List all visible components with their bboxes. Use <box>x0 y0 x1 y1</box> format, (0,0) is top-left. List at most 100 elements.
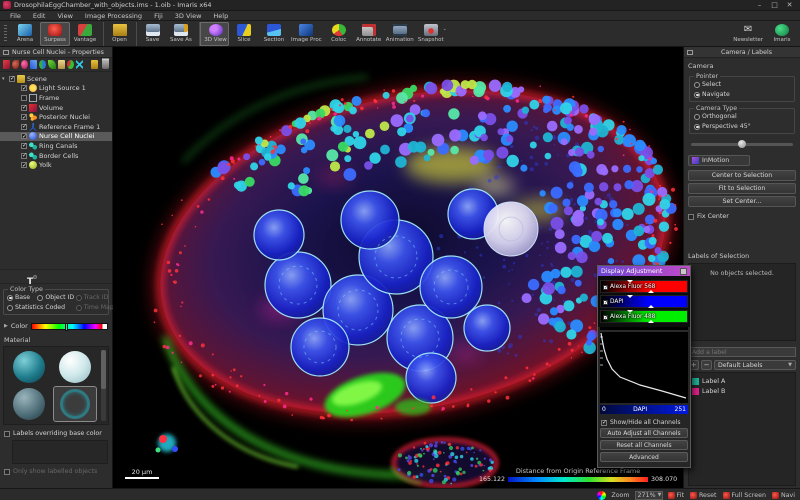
radio-button[interactable] <box>76 305 82 311</box>
radio-button[interactable] <box>694 82 700 88</box>
camera-type-option[interactable]: Orthogonal <box>694 113 790 120</box>
radio-button[interactable] <box>694 124 700 130</box>
color-type-option[interactable]: Time Mapped <box>76 304 105 311</box>
radio-button[interactable] <box>7 305 13 311</box>
collapse-arrow-icon[interactable]: ▶ <box>4 323 8 329</box>
toolbar-button[interactable]: Slice <box>229 22 259 46</box>
properties-tab[interactable] <box>19 276 21 278</box>
channel-name[interactable]: Alexa Fluor 488 <box>610 314 655 320</box>
object-tool-icon[interactable] <box>48 60 55 69</box>
show-hide-all-checkbox[interactable] <box>601 420 607 426</box>
fix-center-checkbox[interactable] <box>688 214 694 220</box>
tree-item-checkbox[interactable] <box>21 153 27 159</box>
object-tool-icon[interactable] <box>58 60 65 69</box>
label-list-item[interactable]: Label A <box>692 376 792 386</box>
tree-item[interactable]: Yolk <box>0 160 112 170</box>
toolbar-button[interactable]: Image Proc <box>289 22 324 46</box>
tree-item-checkbox[interactable] <box>9 76 15 82</box>
channel-name[interactable]: Alexa Fluor 568 <box>610 284 655 290</box>
pointer-option[interactable]: Select <box>694 81 790 88</box>
color-type-option[interactable]: Track ID <box>76 294 105 301</box>
channel-visibility-checkbox[interactable] <box>603 285 608 290</box>
channel-range-slider[interactable]: 0 DAPI 251 <box>600 405 688 414</box>
object-tool-icon[interactable] <box>3 60 10 69</box>
radio-button[interactable] <box>694 114 700 120</box>
popout-icon[interactable] <box>687 50 693 55</box>
status-bar-button[interactable]: Navi <box>772 492 795 499</box>
toolbar-button[interactable]: Open <box>103 22 133 46</box>
menu-item[interactable]: Image Processing <box>79 12 148 20</box>
toolbar-grip[interactable] <box>4 25 7 43</box>
tree-item[interactable]: Posterior Nuclei <box>0 112 112 122</box>
color-wheel-icon[interactable] <box>597 491 606 500</box>
tree-item-checkbox[interactable] <box>21 162 27 168</box>
tree-item-checkbox[interactable] <box>21 95 27 101</box>
camera-action-button[interactable]: Center to Selection <box>688 170 796 181</box>
expand-arrow[interactable]: ▾ <box>2 76 7 82</box>
object-tool-icon[interactable] <box>91 60 98 69</box>
display-adjustment-button[interactable]: Reset all Channels <box>600 440 688 450</box>
tree-item[interactable]: Border Cells <box>0 151 112 161</box>
color-type-option[interactable]: Statistics Coded <box>7 304 76 311</box>
toolbar-button[interactable]: Save <box>136 22 166 46</box>
tree-item[interactable]: Frame <box>0 93 112 103</box>
radio-button[interactable] <box>76 295 82 301</box>
menu-item[interactable]: 3D View <box>169 12 208 20</box>
material-swatch[interactable] <box>8 350 51 384</box>
properties-tab[interactable] <box>9 276 11 278</box>
tree-item-checkbox[interactable] <box>21 105 27 111</box>
object-tool-icon[interactable] <box>76 60 83 69</box>
channel-range-bar[interactable]: Alexa Fluor 488 <box>600 310 688 323</box>
slider-thumb[interactable] <box>738 140 746 148</box>
status-bar-button[interactable]: Full Screen <box>723 492 766 499</box>
tree-item[interactable]: ▾ Scene <box>0 74 112 84</box>
window-control-button[interactable]: ✕ <box>782 1 797 9</box>
material-swatch[interactable] <box>8 387 51 421</box>
toolbar-button[interactable]: Surpass <box>40 22 70 46</box>
tree-item-checkbox[interactable] <box>21 114 27 120</box>
inmotion-button[interactable]: InMotion <box>688 155 750 166</box>
object-tool-icon[interactable] <box>21 60 28 69</box>
material-scrollbar[interactable] <box>101 350 106 421</box>
toolbar-button[interactable]: 3D View <box>199 22 229 46</box>
properties-tab[interactable] <box>14 276 16 278</box>
label-color-list[interactable] <box>12 440 108 464</box>
menu-item[interactable]: File <box>4 12 27 20</box>
zoom-dropdown[interactable]: 271% ▼ <box>635 491 663 500</box>
tree-item-checkbox[interactable] <box>21 124 27 130</box>
properties-tab[interactable] <box>24 276 26 278</box>
pointer-option[interactable]: Navigate <box>694 91 790 98</box>
channel-visibility-checkbox[interactable] <box>603 315 608 320</box>
window-control-button[interactable]: □ <box>767 1 782 9</box>
toolbar-button[interactable]: Newsletter <box>731 22 765 46</box>
camera-type-option[interactable]: Perspective 45° <box>694 123 790 130</box>
properties-tab[interactable] <box>39 276 41 278</box>
tree-item[interactable]: Nurse Cell Nuclei <box>0 132 112 142</box>
display-adjustment-titlebar[interactable]: Display Adjustment <box>598 266 690 276</box>
dialog-menu-button[interactable] <box>680 268 687 275</box>
tree-item[interactable]: Reference Frame 1 <box>0 122 112 132</box>
channel-name[interactable]: DAPI <box>610 299 624 305</box>
tree-item[interactable]: Volume <box>0 103 112 113</box>
labels-overriding-checkbox[interactable] <box>4 431 10 437</box>
radio-button[interactable] <box>37 295 43 301</box>
radio-button[interactable] <box>694 92 700 98</box>
toolbar-button[interactable]: Section <box>259 22 289 46</box>
channel-range-bar[interactable]: Alexa Fluor 568 <box>600 280 688 293</box>
display-adjustment-button[interactable]: Auto Adjust all Channels <box>600 428 688 438</box>
tree-item-checkbox[interactable] <box>21 143 27 149</box>
tree-item[interactable]: Light Source 1 <box>0 84 112 94</box>
popout-icon[interactable] <box>3 50 9 55</box>
toolbar-button[interactable]: Snapshot ⌄ <box>416 22 446 46</box>
menu-item[interactable]: Help <box>207 12 234 20</box>
perspective-slider[interactable] <box>691 143 793 146</box>
camera-action-button[interactable]: Fit to Selection <box>688 183 796 194</box>
tree-item[interactable]: Ring Canals <box>0 141 112 151</box>
window-control-button[interactable]: – <box>752 1 767 9</box>
color-gradient-slider[interactable] <box>31 323 108 330</box>
color-type-option[interactable]: Base <box>7 294 37 301</box>
object-tool-icon[interactable] <box>12 60 19 69</box>
tree-item-checkbox[interactable] <box>21 85 27 91</box>
toolbar-button[interactable]: Imaris <box>767 22 797 46</box>
radio-button[interactable] <box>7 295 13 301</box>
